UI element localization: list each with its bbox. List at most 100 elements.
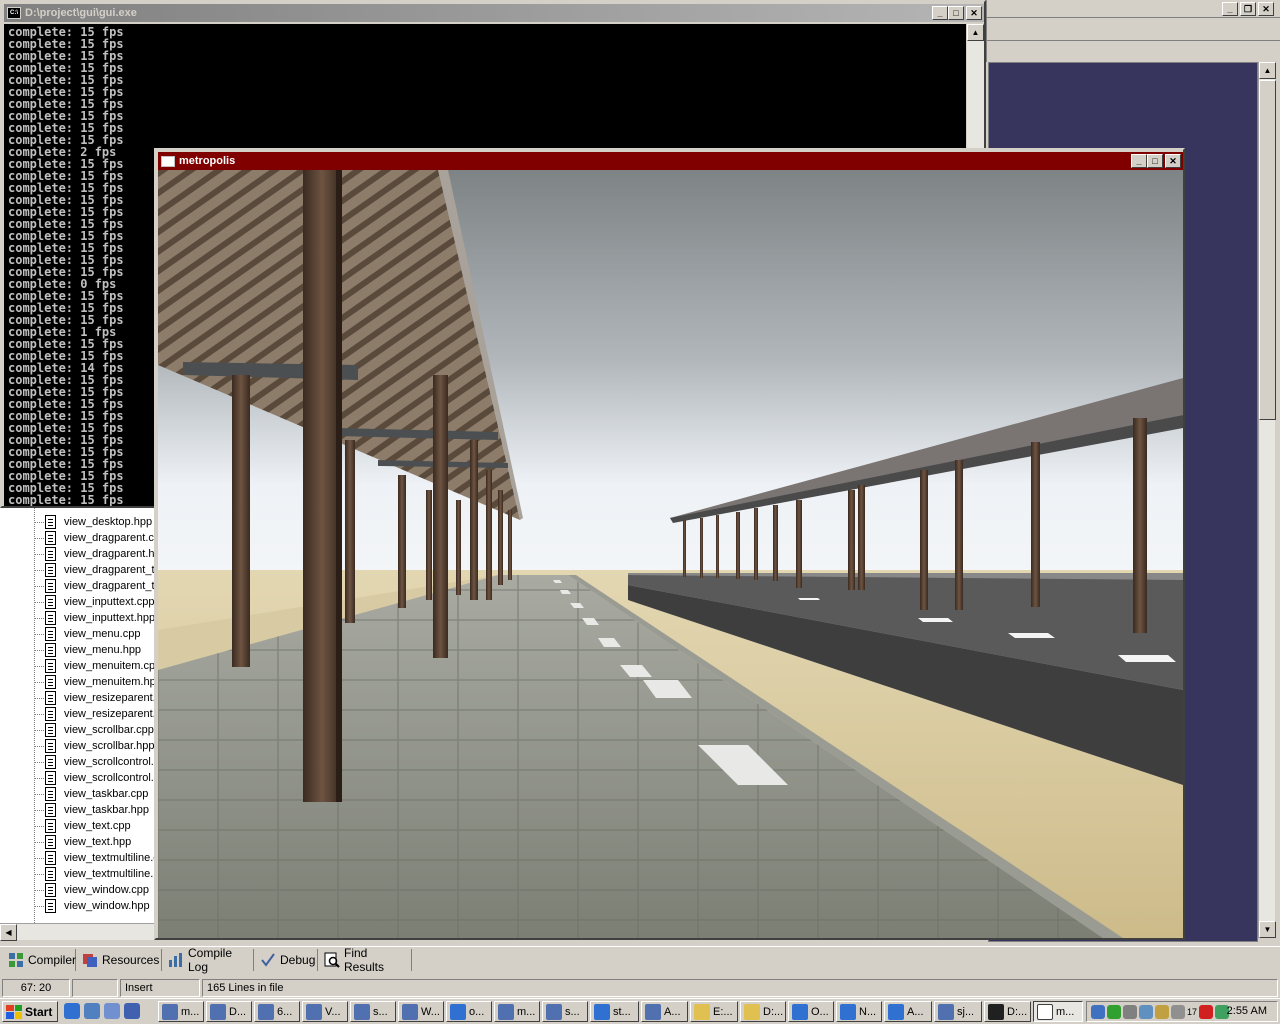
tree-item[interactable]: view_dragparent.h [34,546,155,562]
tree-item-label: view_textmultiline.c [64,852,156,864]
taskbar-button[interactable]: s... [542,1001,588,1022]
tree-item[interactable]: view_resizeparent. [34,690,155,706]
tree-item[interactable]: view_dragparent_t [34,562,155,578]
outlook-quicklaunch-icon[interactable] [84,1003,100,1019]
tree-item-label: view_dragparent.c [64,532,154,544]
editor-vertical-scrollbar[interactable]: ▲ ▼ [1258,62,1276,938]
settings-tray-icon[interactable] [1123,1004,1137,1019]
tree-item[interactable]: view_menu.cpp [34,626,140,642]
network-tray-icon[interactable] [1091,1004,1105,1019]
start-button[interactable]: Start [2,1001,58,1022]
taskbar-button-label: E:... [713,1005,733,1018]
console-line: complete: 15 fps [8,37,124,51]
taskbar-button-label: W... [421,1005,440,1018]
media-quicklaunch-icon[interactable] [124,1003,140,1019]
ide-minimize-button[interactable]: _ [1222,2,1238,16]
tree-item-label: view_scrollbar.cpp [64,724,154,736]
tab-compiler[interactable]: Compiler [4,949,76,971]
tree-horizontal-scrollbar[interactable]: ◀ [0,923,156,941]
antivirus-tray-icon[interactable] [1199,1004,1214,1019]
tree-item[interactable]: view_resizeparent. [34,706,155,722]
3d-scene [158,170,1183,938]
taskbar-button[interactable]: D:... [740,1001,786,1022]
console-maximize-button[interactable]: □ [948,6,964,20]
tab-find-results[interactable]: Find Results [320,946,412,974]
taskbar-button[interactable]: D... [206,1001,252,1022]
tree-item[interactable]: view_scrollbar.hpp [34,738,155,754]
3d-viewport[interactable] [158,170,1183,938]
taskbar-button[interactable]: m... [1033,1001,1083,1022]
tree-item[interactable]: view_dragparent_t [34,578,155,594]
tree-item[interactable]: view_dragparent.c [34,530,154,546]
tree-item[interactable]: view_desktop.hpp [34,514,152,530]
taskbar-button[interactable]: D:... [984,1001,1031,1022]
monitor-tray-icon[interactable] [1139,1004,1153,1019]
tree-item[interactable]: view_scrollbar.cpp [34,722,154,738]
app-icon [306,1003,322,1020]
metropolis-close-button[interactable]: ✕ [1165,154,1181,168]
tree-item[interactable]: view_window.cpp [34,882,149,898]
taskbar-button[interactable]: A... [884,1001,932,1022]
taskbar-button[interactable]: A... [641,1001,688,1022]
taskbar-button[interactable]: N... [836,1001,882,1022]
ide-restore-button[interactable]: ❐ [1240,2,1256,16]
tree-item[interactable]: view_taskbar.hpp [34,802,149,818]
tree-item[interactable]: view_inputtext.cpp [34,594,155,610]
ie-icon [594,1003,610,1020]
tab-debug[interactable]: Debug [256,949,318,971]
tree-item-label: view_window.cpp [64,884,149,896]
scrollbar-thumb[interactable] [1259,80,1276,420]
taskbar-button[interactable]: m... [158,1001,204,1022]
sync-tray-icon[interactable] [1107,1004,1121,1019]
taskbar-button-label: O... [811,1005,829,1018]
tree-item-label: view_textmultiline.h [64,868,156,880]
app-icon [258,1003,274,1020]
tree-item[interactable]: view_menu.hpp [34,642,141,658]
taskbar-button-label: A... [664,1005,681,1018]
tree-item[interactable]: view_textmultiline.c [34,850,156,866]
tree-item[interactable]: view_text.hpp [34,834,131,850]
tab-resources[interactable]: Resources [78,949,162,971]
taskbar-button[interactable]: m... [494,1001,540,1022]
app-icon [210,1003,226,1020]
ide-close-button[interactable]: ✕ [1258,2,1274,16]
file-icon [45,899,56,913]
taskbar-button[interactable]: sj... [934,1001,982,1022]
ie-quicklaunch-icon[interactable] [64,1003,80,1019]
taskbar-button[interactable]: 6... [254,1001,300,1022]
desktop-quicklaunch-icon[interactable] [104,1003,120,1019]
tree-item[interactable]: view_taskbar.cpp [34,786,148,802]
tree-item[interactable]: view_window.hpp [34,898,150,914]
tree-item[interactable]: view_text.cpp [34,818,131,834]
scroll-down-icon[interactable]: ▼ [1259,921,1276,938]
console-minimize-button[interactable]: _ [932,6,948,20]
volume-tray-icon[interactable] [1155,1004,1169,1019]
taskbar-button[interactable]: O... [788,1001,834,1022]
taskbar-button[interactable]: s... [350,1001,396,1022]
scroll-left-icon[interactable]: ◀ [0,924,17,941]
tree-item[interactable]: view_inputtext.hpp [34,610,155,626]
metropolis-maximize-button[interactable]: □ [1147,154,1163,168]
taskbar-button[interactable]: W... [398,1001,444,1022]
taskbar-button[interactable]: V... [302,1001,348,1022]
console-line: complete: 15 fps [8,97,124,111]
taskbar-button[interactable]: o... [446,1001,492,1022]
metropolis-minimize-button[interactable]: _ [1131,154,1147,168]
device-tray-icon[interactable] [1171,1004,1185,1019]
console-close-button[interactable]: ✕ [966,6,982,20]
console-title-bar[interactable]: C:\ D:\project\gui\gui.exe _ □ ✕ [4,4,984,22]
app-icon [938,1003,954,1020]
tab-compile-log[interactable]: Compile Log [164,946,254,974]
tree-item[interactable]: view_menuitem.cp [34,658,155,674]
tree-item[interactable]: view_scrollcontrol. [34,770,154,786]
scroll-up-icon[interactable]: ▲ [967,24,984,41]
tree-item[interactable]: view_scrollcontrol. [34,754,154,770]
taskbar-button[interactable]: st... [590,1001,639,1022]
taskbar-button[interactable]: E:... [690,1001,738,1022]
tree-item[interactable]: view_textmultiline.h [34,866,156,882]
tree-item[interactable]: view_menuitem.hp [34,674,155,690]
scroll-up-icon[interactable]: ▲ [1259,62,1276,79]
metropolis-title-bar[interactable]: metropolis _ □ ✕ [158,152,1183,170]
tray-badge: 17 [1187,1006,1198,1017]
clock[interactable]: 2:55 AM [1227,1005,1267,1017]
